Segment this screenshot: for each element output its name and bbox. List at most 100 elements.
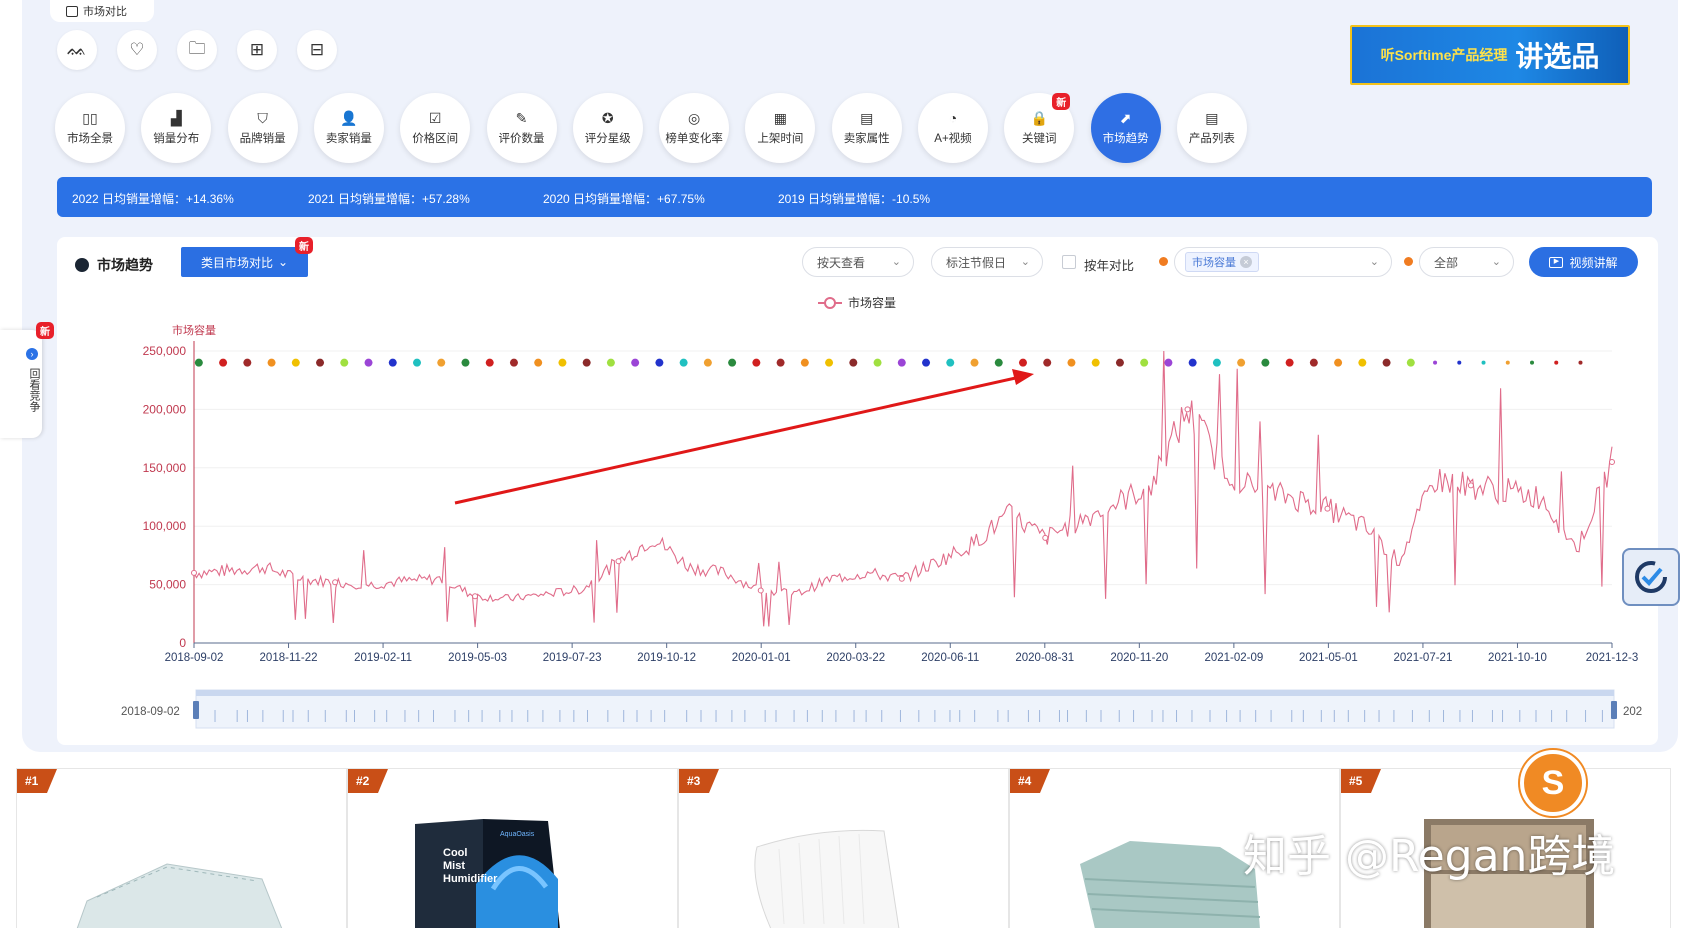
calendar-icon: ▦ [773, 109, 787, 126]
nav-label: 价格区间 [412, 132, 459, 145]
trend-icon [75, 258, 89, 272]
yoy-checkbox[interactable] [1062, 255, 1076, 269]
brand-banner[interactable]: 听Sorftime产品经理 讲选品 [1350, 25, 1630, 85]
review-competition-tab[interactable]: › 回看竞争 [0, 330, 42, 438]
nav-bar-chart[interactable]: ▟ 销量分布 [141, 93, 212, 163]
video-explain-button[interactable]: ▶ 视频讲解 [1529, 247, 1638, 277]
banner-small-text: 听Sorftime产品经理 [1380, 47, 1508, 63]
metric-tag-label: 市场容量 [1192, 257, 1236, 269]
chevron-down-icon: ⌄ [891, 256, 901, 268]
close-icon[interactable]: × [1240, 256, 1252, 268]
brand-icon: ⛉ [257, 109, 268, 126]
chevron-down-icon: ⌄ [277, 255, 289, 269]
review-competition-label: 回看竞争 [28, 368, 40, 412]
video-pie-icon: ◔ [948, 109, 958, 126]
nav-label: 评分星级 [584, 132, 631, 145]
list-icon: ▤ [1205, 109, 1219, 126]
stat-2020: 2020 日均销量增幅：+67.75% [543, 192, 705, 206]
nav-label: 产品列表 [1188, 132, 1235, 145]
apps-icon: ⊞ [249, 40, 265, 59]
chevron-down-icon: ⌄ [1369, 256, 1379, 268]
yoy-label: 按年对比 [1084, 259, 1135, 273]
humidifier-box-image [415, 819, 560, 928]
nav-seller[interactable]: 👤 卖家销量 [313, 93, 384, 163]
nav-label: 关键词 [1022, 132, 1057, 145]
gift-button[interactable]: ⊟ [297, 30, 337, 70]
category-compare-label: 类目市场对比 [200, 255, 273, 270]
seller-attr-icon: ▤ [860, 109, 874, 126]
check-circle-icon [1635, 561, 1667, 593]
nav-layout[interactable]: ▯▯ 市场全景 [55, 93, 125, 163]
box-brand: AquaOasis [500, 831, 535, 838]
stat-2019: 2019 日均销量增幅：-10.5% [778, 192, 931, 206]
nav-calendar[interactable]: ▦ 上架时间 [745, 93, 816, 163]
holiday-select[interactable]: 标注节假日 ⌄ [931, 247, 1043, 277]
nav-review[interactable]: ✎ 评价数量 [486, 93, 557, 163]
heart-icon: ♡ [129, 40, 145, 59]
nav-label: 销量分布 [153, 132, 200, 145]
nav-price[interactable]: ☑ 价格区间 [400, 93, 471, 163]
nav-seller-attr[interactable]: ▤ 卖家属性 [831, 93, 902, 163]
bar-chart-icon: ▟ [170, 109, 182, 126]
nav-label: 卖家属性 [843, 132, 890, 145]
view-by-select[interactable]: 按天查看 ⌄ [802, 247, 914, 277]
help-icon[interactable] [1404, 257, 1413, 266]
banner-big-text: 讲选品 [1515, 41, 1600, 72]
market-trend-card: 市场趋势 类目市场对比 ⌄ 新 按天查看 ⌄ 标注节假日 ⌄ 按年对比 ⌄ 市场容量… [57, 237, 1658, 745]
sorftime-logo[interactable]: S [1520, 750, 1586, 816]
nav-label: 上架时间 [757, 132, 804, 145]
nav-rank-change[interactable]: ◎ 榜单变化率 [659, 93, 730, 163]
product-card-2[interactable]: #2 Cool Mist Humidifier AquaOasis [347, 768, 678, 928]
folder-button[interactable]: 🗀 [177, 30, 217, 70]
category-new-badge: 新 [295, 237, 313, 254]
side-new-badge: 新 [36, 322, 54, 339]
gift-icon: ⊟ [309, 40, 325, 59]
trend-icon: ⬈ [1119, 109, 1132, 126]
chevron-down-icon: ⌄ [1020, 256, 1030, 268]
nav-label: 评价数量 [498, 132, 545, 145]
metric-tag[interactable]: 市场容量 × [1185, 252, 1259, 272]
nav-label: A+视频 [934, 132, 972, 145]
growth-stats-bar: 2022 日均销量增幅：+14.36% 2021 日均销量增幅：+57.28% … [57, 177, 1652, 217]
seller-icon: 👤 [340, 109, 358, 126]
help-icon[interactable] [1159, 257, 1168, 266]
card-title: 市场趋势 [75, 255, 153, 275]
nav-star[interactable]: ✪ 评分星级 [572, 93, 643, 163]
star-icon: ✪ [601, 109, 614, 126]
nav-trend[interactable]: ⬈ 市场趋势 [1090, 93, 1161, 163]
scope-select[interactable]: 全部 ⌄ [1419, 247, 1514, 277]
box-text: Cool Mist Humidifier [443, 847, 498, 885]
video-explain-label: 视频讲解 [1569, 255, 1618, 270]
product-card-3[interactable]: #3 [678, 768, 1009, 928]
nav-list[interactable]: ▤ 产品列表 [1176, 93, 1247, 163]
holiday-value: 标注节假日 [946, 255, 1007, 270]
scope-value: 全部 [1434, 255, 1459, 270]
apps-button[interactable]: ⊞ [237, 30, 277, 70]
stat-2021: 2021 日均销量增幅：+57.28% [308, 192, 470, 206]
lock-icon: 🔒 [1030, 109, 1049, 126]
card-title-text: 市场趋势 [97, 257, 153, 273]
heart-button[interactable]: ♡ [117, 30, 157, 70]
footer-watermark: 知乎 @Regan跨境 [1243, 831, 1616, 882]
layout-icon: ▯▯ [82, 109, 98, 126]
play-icon: ▶ [1549, 256, 1564, 268]
nav-brand[interactable]: ⛉ 品牌销量 [227, 93, 298, 163]
rank-change-icon: ◎ [687, 109, 701, 126]
nav-video-pie[interactable]: ◔ A+视频 [918, 93, 988, 163]
nav-label: 市场趋势 [1102, 132, 1149, 145]
new-badge: 新 [1052, 93, 1071, 110]
market-compare-label: 市场对比 [83, 6, 127, 18]
window-icon [66, 5, 78, 17]
review-icon: ✎ [515, 109, 528, 126]
category-compare-button[interactable]: 类目市场对比 ⌄ [181, 247, 308, 277]
info-icon: › [26, 348, 38, 360]
nav-label: 卖家销量 [325, 132, 372, 145]
bed-sheet-image [76, 863, 283, 928]
footprint-button[interactable]: ᨐ [57, 30, 97, 70]
pillow-image [754, 829, 900, 928]
nav-label: 品牌销量 [239, 132, 286, 145]
check-float-button[interactable] [1622, 548, 1680, 606]
product-card-1[interactable]: #1 [16, 768, 347, 928]
market-compare-tab[interactable]: 市场对比 [50, 0, 154, 22]
nav-label: 榜单变化率 [665, 132, 723, 145]
